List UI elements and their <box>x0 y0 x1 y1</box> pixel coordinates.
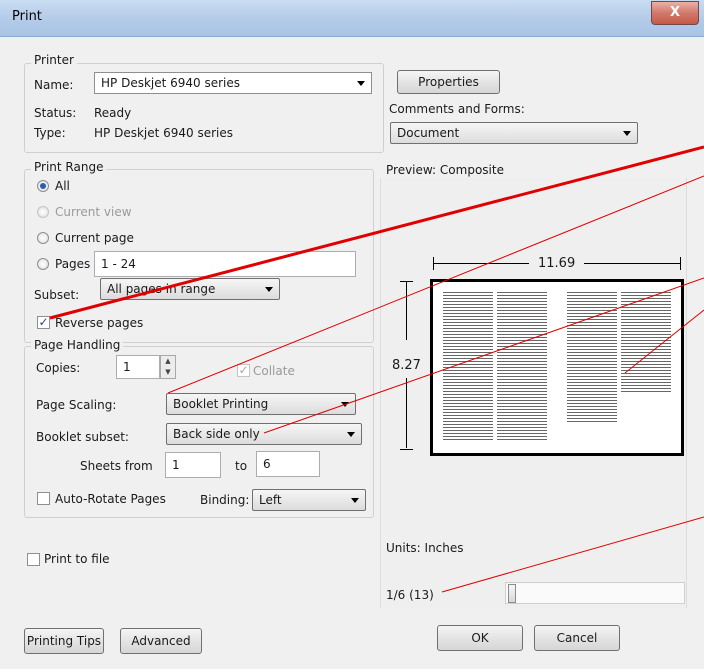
pages-radio[interactable] <box>37 258 49 270</box>
auto-rotate-checkbox[interactable] <box>37 492 50 505</box>
sheets-from-label: Sheets from <box>80 459 153 473</box>
page-scaling-select[interactable]: Booklet Printing <box>166 393 356 415</box>
preview-header: Preview: Composite <box>386 163 504 177</box>
comments-forms-select[interactable]: Document <box>390 122 638 144</box>
height-tick-top <box>400 281 413 282</box>
page-slider-thumb[interactable] <box>508 584 516 603</box>
auto-rotate-label[interactable]: Auto-Rotate Pages <box>55 492 166 506</box>
binding-label: Binding: <box>200 493 250 507</box>
height-tick-bottom <box>400 449 413 450</box>
advanced-button[interactable]: Advanced <box>120 628 202 654</box>
subset-value: All pages in range <box>107 282 216 296</box>
preview-text-column <box>443 292 493 442</box>
chevron-down-icon <box>357 81 365 86</box>
close-button[interactable]: X <box>651 1 699 25</box>
height-dimension-line-top <box>406 282 407 340</box>
copies-label: Copies: <box>36 361 81 375</box>
spin-down-icon[interactable]: ▼ <box>161 367 175 378</box>
ok-button[interactable]: OK <box>437 625 523 651</box>
name-label: Name: <box>34 78 74 92</box>
units-label: Units: Inches <box>386 541 464 555</box>
status-value: Ready <box>94 106 132 120</box>
chevron-down-icon <box>347 432 355 437</box>
cancel-button[interactable]: Cancel <box>534 625 620 651</box>
sheets-to-input[interactable]: 6 <box>256 451 320 477</box>
booklet-subset-label: Booklet subset: <box>36 430 129 444</box>
chevron-down-icon <box>623 131 631 136</box>
page-scaling-value: Booklet Printing <box>173 397 269 411</box>
type-label: Type: <box>34 126 66 140</box>
printing-tips-button[interactable]: Printing Tips <box>24 628 104 654</box>
chevron-down-icon <box>341 402 349 407</box>
height-dimension-line-bottom <box>406 378 407 448</box>
width-dimension: 11.69 <box>538 256 576 271</box>
page-indicator: 1/6 (13) <box>386 588 434 602</box>
sheets-from-input[interactable]: 1 <box>165 452 221 478</box>
comments-forms-value: Document <box>397 126 460 140</box>
print-to-file-checkbox[interactable] <box>27 553 40 566</box>
booklet-subset-value: Back side only <box>173 427 260 441</box>
width-tick-right <box>680 257 681 270</box>
width-dimension-line-left <box>433 263 529 264</box>
width-tick-left <box>433 257 434 270</box>
all-radio[interactable] <box>37 180 49 192</box>
preview-text-column <box>567 292 617 424</box>
page-handling-label: Page Handling <box>31 338 124 352</box>
width-dimension-line-right <box>584 263 680 264</box>
print-dialog: Print X Printer Name: HP Deskjet 6940 se… <box>0 0 704 669</box>
current-page-radio-label[interactable]: Current page <box>55 231 134 245</box>
pages-radio-label[interactable]: Pages <box>55 257 90 271</box>
preview-text-column <box>621 292 671 392</box>
print-to-file-label[interactable]: Print to file <box>44 552 110 566</box>
page-slider[interactable] <box>505 582 685 604</box>
chevron-down-icon <box>265 287 273 292</box>
spin-up-icon[interactable]: ▲ <box>161 356 175 367</box>
binding-value: Left <box>259 493 282 507</box>
page-preview <box>430 279 684 456</box>
copies-spinner[interactable]: ▲ ▼ <box>160 355 176 379</box>
collate-label[interactable]: Collate <box>253 364 295 378</box>
page-scaling-label: Page Scaling: <box>36 398 117 412</box>
printer-name-value: HP Deskjet 6940 series <box>101 76 241 90</box>
status-label: Status: <box>34 106 77 120</box>
window-title: Print <box>12 9 42 24</box>
to-label: to <box>235 459 248 473</box>
printer-group-label: Printer <box>31 53 77 67</box>
reverse-pages-label[interactable]: Reverse pages <box>55 316 143 330</box>
pages-input[interactable]: 1 - 24 <box>94 251 356 277</box>
type-value: HP Deskjet 6940 series <box>94 126 234 140</box>
properties-button[interactable]: Properties <box>397 70 500 94</box>
subset-label: Subset: <box>34 288 80 302</box>
subset-select[interactable]: All pages in range <box>100 278 280 300</box>
binding-select[interactable]: Left <box>252 489 366 511</box>
all-radio-label[interactable]: All <box>55 179 70 193</box>
printer-name-select[interactable]: HP Deskjet 6940 series <box>94 72 372 94</box>
booklet-subset-select[interactable]: Back side only <box>166 423 362 445</box>
copies-input[interactable]: 1 <box>116 355 160 379</box>
preview-text-column <box>497 292 547 442</box>
current-page-radio[interactable] <box>37 232 49 244</box>
height-dimension: 8.27 <box>392 358 421 373</box>
reverse-pages-checkbox[interactable]: ✓ <box>37 316 50 329</box>
current-view-radio-label[interactable]: Current view <box>55 205 132 219</box>
chevron-down-icon <box>351 498 359 503</box>
print-range-label: Print Range <box>31 160 107 174</box>
current-view-radio[interactable] <box>37 206 49 218</box>
comments-forms-label: Comments and Forms: <box>389 102 525 116</box>
title-bar: Print X <box>0 0 704 37</box>
collate-checkbox[interactable]: ✓ <box>237 364 250 377</box>
